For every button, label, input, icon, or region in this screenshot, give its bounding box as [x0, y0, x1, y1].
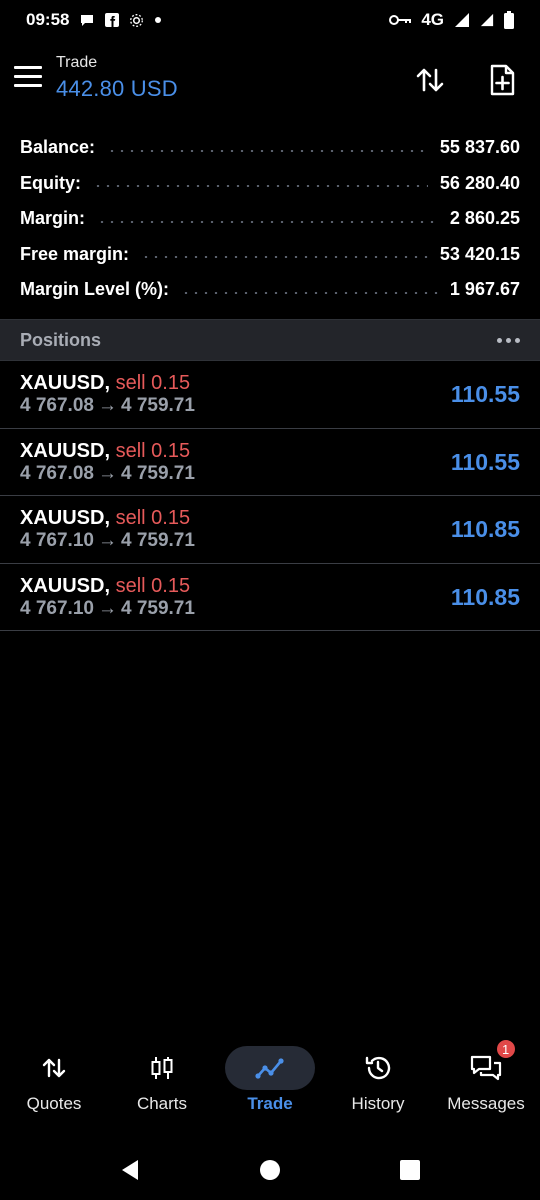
dotted-leader — [107, 149, 428, 152]
summary-row-margin-level: Margin Level (%): 1 967.67 — [20, 272, 520, 308]
position-symbol: XAUUSD, — [20, 507, 111, 529]
positions-title: Positions — [20, 329, 102, 350]
home-button[interactable] — [250, 1150, 290, 1190]
status-time: 09:58 — [26, 10, 70, 29]
nav-messages[interactable]: 1 Messages — [432, 1036, 540, 1132]
position-current-price: 4 759.71 — [120, 530, 195, 551]
sort-button[interactable] — [410, 60, 450, 100]
title-block: Trade 442.80 USD — [56, 54, 178, 102]
arrow-right-icon: → — [97, 530, 117, 551]
quotes-arrows-icon — [42, 1058, 66, 1078]
nav-trade[interactable]: Trade — [216, 1036, 324, 1132]
vpn-key-icon — [389, 14, 412, 26]
dotted-leader — [141, 256, 428, 259]
bottom-navigation: Quotes Charts Trade History 1 Messages — [0, 1036, 540, 1132]
position-open-price: 4 767.10 — [20, 530, 94, 551]
summary-label: Equity: — [20, 172, 81, 193]
position-symbol: XAUUSD, — [20, 372, 111, 394]
nav-charts[interactable]: Charts — [108, 1036, 216, 1132]
position-open-price: 4 767.10 — [20, 597, 94, 619]
facebook-icon — [105, 13, 120, 27]
summary-label: Balance: — [20, 137, 96, 158]
position-profit: 110.55 — [450, 448, 520, 475]
menu-button[interactable] — [14, 66, 42, 90]
nav-history[interactable]: History — [324, 1036, 432, 1132]
summary-value: 55 837.60 — [439, 137, 520, 158]
signal-icon — [454, 12, 470, 28]
more-options-button[interactable] — [497, 332, 520, 349]
dotted-leader — [97, 220, 438, 223]
arrow-right-icon: → — [97, 395, 117, 416]
summary-value: 2 860.25 — [449, 208, 520, 229]
nav-label: History — [351, 1094, 405, 1113]
position-profit: 110.55 — [450, 381, 520, 407]
recents-square-icon — [400, 1160, 420, 1180]
positions-header: Positions — [0, 319, 540, 361]
summary-row-balance: Balance: 55 837.60 — [20, 130, 520, 166]
position-row[interactable]: XAUUSD, sell 0.15 4 767.08 → 4 759.71 110.… — [0, 361, 540, 429]
position-current-price: 4 759.71 — [120, 462, 195, 484]
unread-badge: 1 — [494, 1038, 517, 1060]
position-open-price: 4 767.08 — [20, 395, 94, 416]
position-row[interactable]: XAUUSD, sell 0.15 4 767.10 → 4 759.71 110.… — [0, 564, 540, 631]
position-side: sell 0.15 — [115, 372, 191, 394]
nav-label: Trade — [247, 1094, 293, 1113]
page-title: Trade — [56, 54, 98, 71]
account-profit: 442.80 USD — [56, 76, 178, 101]
menu-icon — [14, 66, 42, 69]
positions-list: XAUUSD, sell 0.15 4 767.08 → 4 759.71 110.… — [0, 361, 540, 631]
position-row[interactable]: XAUUSD, sell 0.15 4 767.10 → 4 759.71 110.… — [0, 496, 540, 564]
summary-value: 53 420.15 — [439, 243, 520, 264]
position-current-price: 4 759.71 — [120, 395, 195, 416]
position-profit: 110.85 — [450, 583, 520, 610]
app-bar: Trade 442.80 USD — [0, 44, 540, 114]
position-side: sell 0.15 — [115, 439, 191, 462]
home-circle-icon — [260, 1160, 280, 1180]
history-clock-icon — [365, 1056, 391, 1080]
position-symbol: XAUUSD, — [20, 439, 111, 462]
dotted-leader — [181, 291, 438, 294]
nav-label: Messages — [447, 1094, 525, 1113]
position-side: sell 0.15 — [115, 574, 191, 597]
summary-row-equity: Equity: 56 280.40 — [20, 166, 520, 202]
position-symbol: XAUUSD, — [20, 574, 111, 597]
position-profit: 110.85 — [450, 516, 520, 542]
trade-line-icon — [255, 1058, 284, 1079]
network-type: 4G — [421, 10, 444, 29]
new-order-button[interactable] — [482, 60, 522, 100]
dotted-leader — [93, 185, 428, 188]
summary-value: 56 280.40 — [439, 172, 520, 193]
recents-button[interactable] — [390, 1150, 430, 1190]
summary-label: Margin Level (%): — [20, 279, 170, 300]
position-open-price: 4 767.08 — [20, 462, 94, 484]
summary-row-margin: Margin: 2 860.25 — [20, 201, 520, 237]
position-row[interactable]: XAUUSD, sell 0.15 4 767.08 → 4 759.71 110.… — [0, 429, 540, 496]
account-summary: Balance: 55 837.60 Equity: 56 280.40 Mar… — [20, 130, 520, 308]
chat-bubble-icon — [79, 12, 95, 28]
summary-row-free-margin: Free margin: 53 420.15 — [20, 237, 520, 273]
nav-quotes[interactable]: Quotes — [0, 1036, 108, 1132]
summary-value: 1 967.67 — [449, 279, 520, 300]
status-bar: 09:58 4G — [0, 0, 540, 40]
back-triangle-icon — [122, 1160, 138, 1180]
nav-label: Charts — [136, 1094, 188, 1113]
back-button[interactable] — [110, 1150, 150, 1190]
battery-icon — [504, 11, 514, 29]
arrow-right-icon: → — [97, 462, 117, 484]
dot-icon — [154, 16, 162, 24]
summary-label: Free margin: — [20, 243, 130, 264]
candlestick-icon — [151, 1057, 173, 1079]
more-dots-icon — [497, 337, 502, 343]
summary-label: Margin: — [20, 208, 85, 229]
messages-icon — [470, 1055, 502, 1081]
sort-arrows-icon — [416, 68, 444, 92]
position-current-price: 4 759.71 — [120, 597, 195, 619]
new-document-icon — [490, 64, 515, 96]
arrow-right-icon: → — [97, 597, 117, 619]
settings-gear-icon — [129, 13, 144, 28]
position-side: sell 0.15 — [115, 507, 191, 529]
system-navigation-bar — [0, 1140, 540, 1200]
nav-label: Quotes — [26, 1094, 82, 1113]
signal-icon-2 — [480, 13, 494, 27]
